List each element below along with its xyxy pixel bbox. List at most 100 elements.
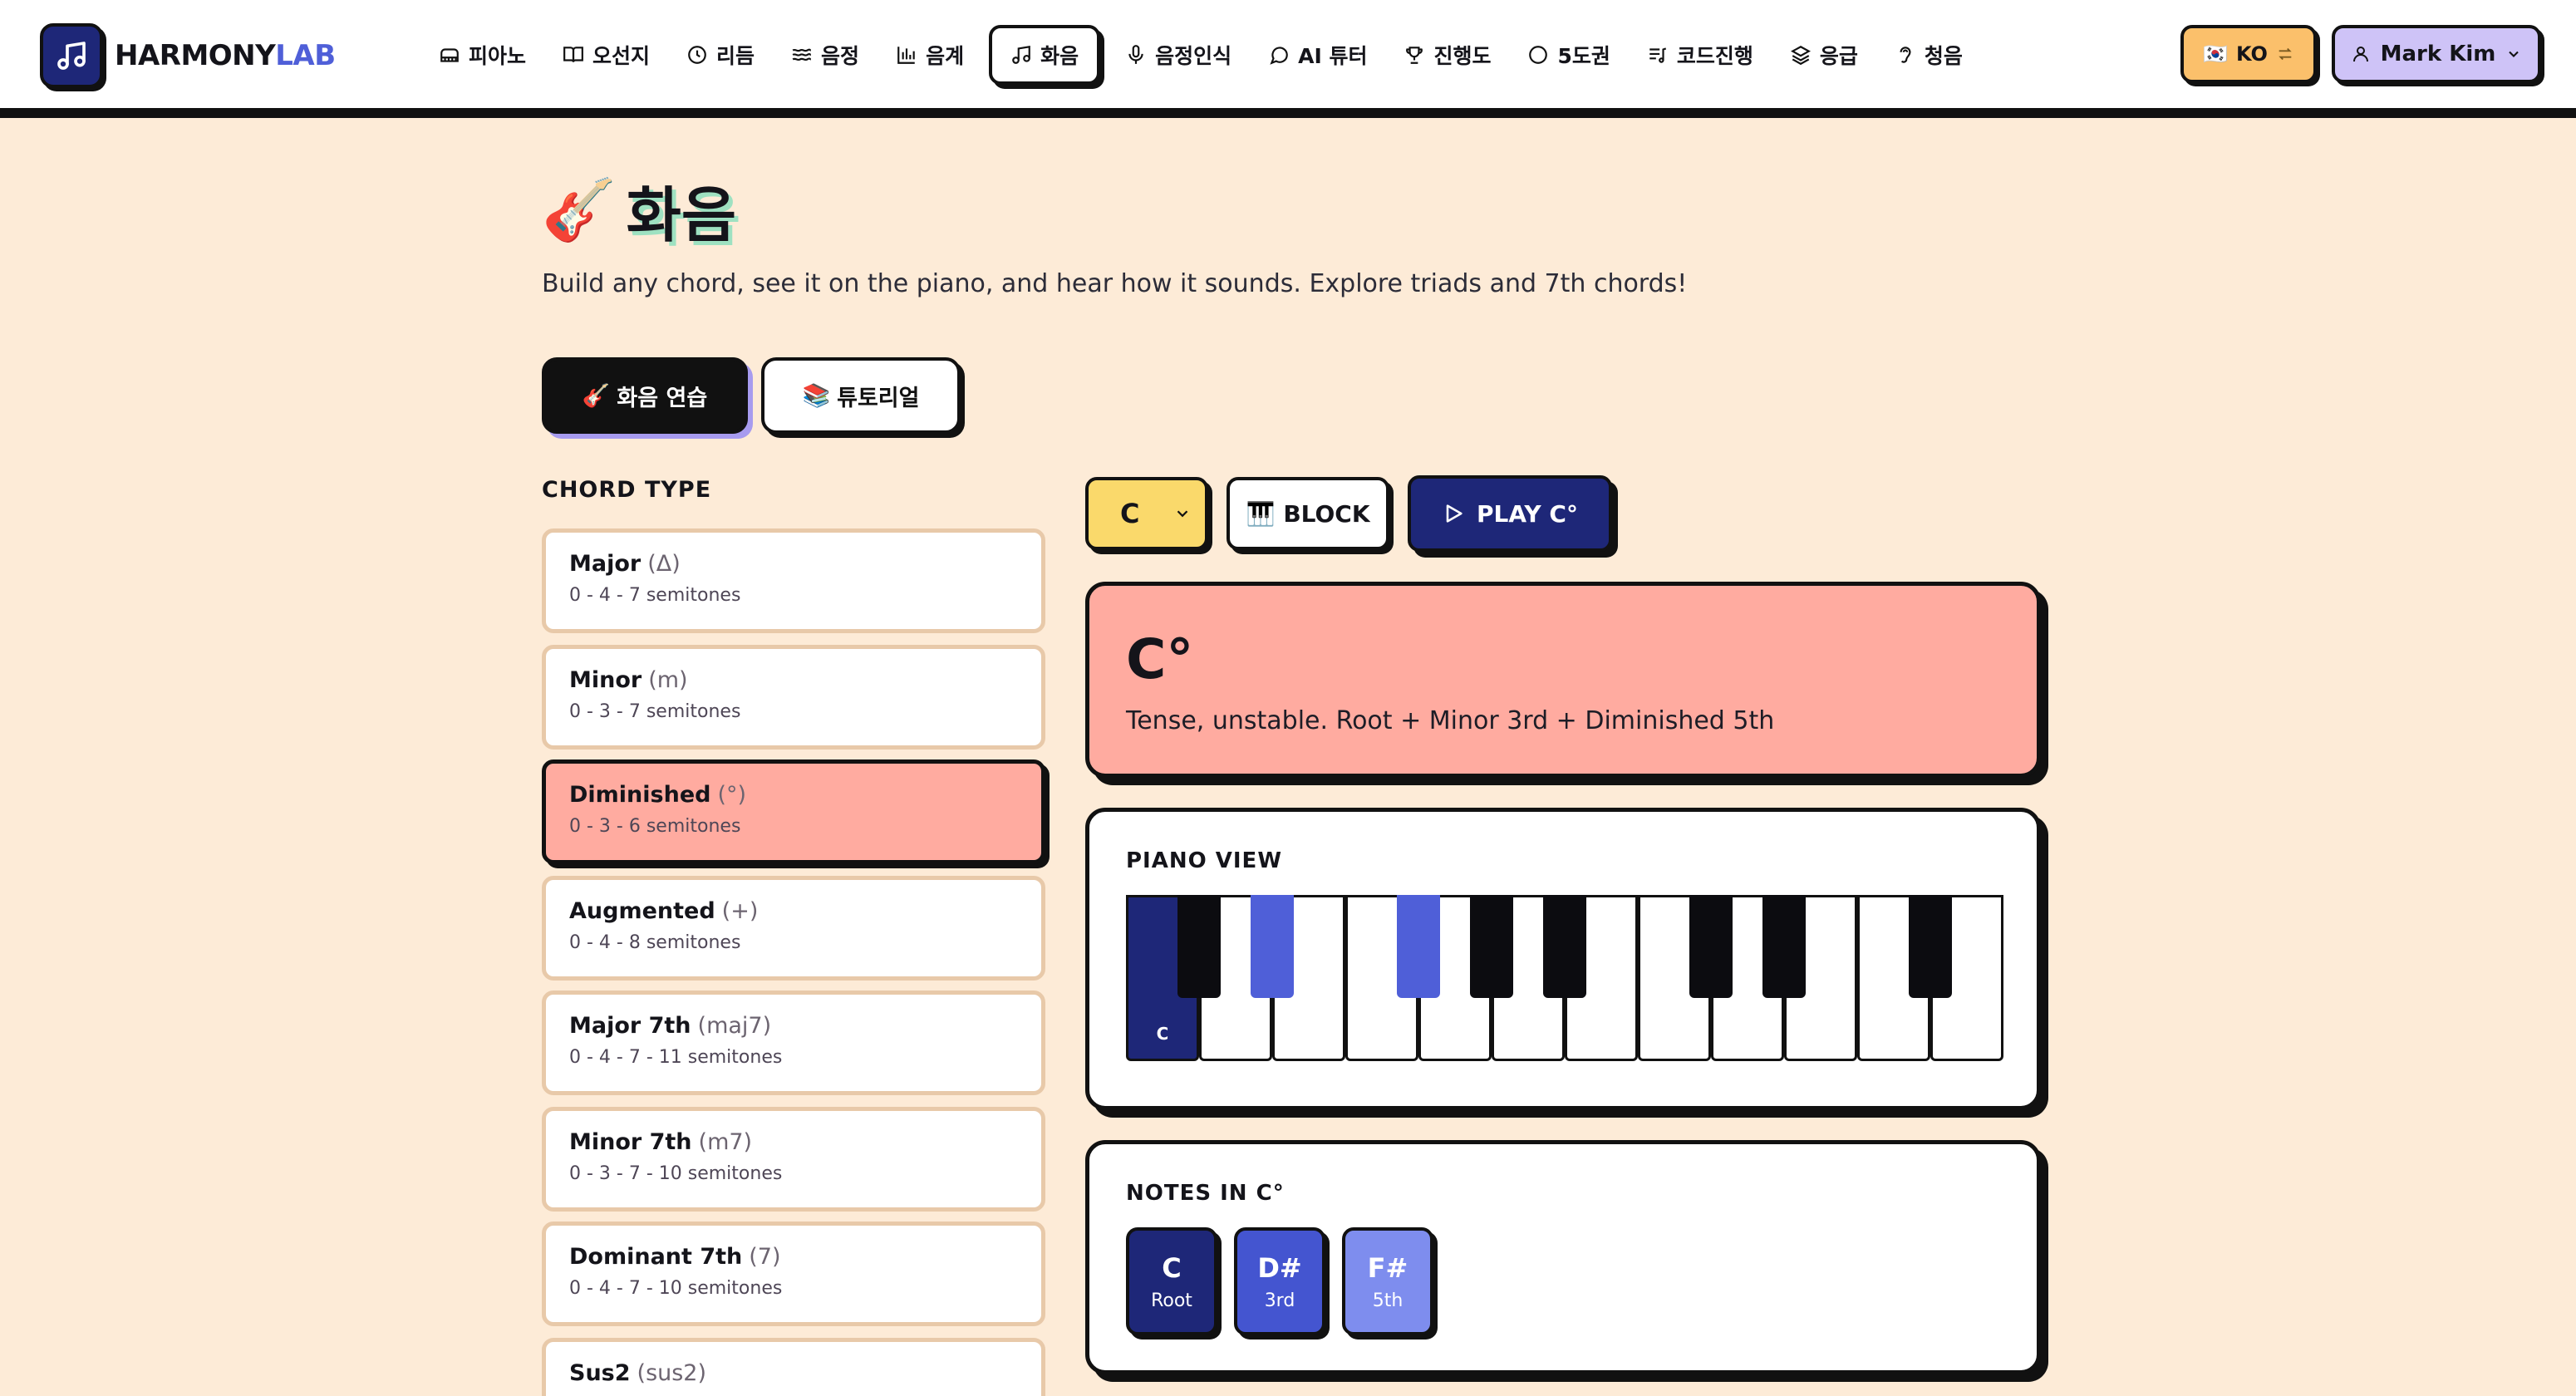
chord-symbol: (Δ) [647, 551, 681, 577]
music-note-icon [40, 23, 103, 88]
nav-item-piano[interactable]: 피아노 [420, 25, 544, 85]
black-key-c-sharp-5[interactable] [1689, 895, 1733, 998]
chord-type-sus2[interactable]: Sus2 (sus2) [542, 1338, 1045, 1396]
korea-flag-icon: 🇰🇷 [2203, 42, 2228, 66]
music-note-icon [1012, 45, 1030, 64]
chord-type-name: Major (Δ) [569, 551, 1018, 577]
chord-type-minor[interactable]: Minor (m) 0 - 3 - 7 semitones [542, 645, 1045, 750]
chat-icon [1270, 47, 1288, 65]
root-note-select[interactable]: C [1085, 477, 1208, 550]
chord-type-major[interactable]: Major (Δ) 0 - 4 - 7 semitones [542, 528, 1045, 633]
nav-item-progress[interactable]: 진행도 [1385, 25, 1509, 85]
black-key-g-sharp-3[interactable] [1470, 895, 1513, 998]
note-name: C [1162, 1251, 1182, 1284]
chord-intervals: 0 - 3 - 6 semitones [569, 816, 741, 837]
nav-label: 오선지 [592, 44, 651, 68]
chord-type-heading: CHORD TYPE [542, 477, 712, 503]
clock-icon [688, 46, 706, 64]
note-chip[interactable]: C Root [1126, 1227, 1217, 1335]
tab-label: 화음 연습 [617, 385, 708, 411]
chord-type-name: Diminished (°) [569, 782, 1018, 808]
piano-view-card: PIANO VIEW C [1085, 808, 2041, 1110]
page-title: 🎸 화음 [542, 166, 736, 253]
play-label: PLAY C° [1477, 499, 1578, 528]
app-logo[interactable]: HARMONYLAB [40, 23, 336, 88]
note-chip[interactable]: F# 5th [1342, 1227, 1433, 1335]
language-label: KO [2235, 42, 2268, 66]
key-label: C [1156, 1024, 1169, 1044]
chord-type-name: Minor 7th (m7) [569, 1129, 1018, 1155]
chord-intervals: 0 - 3 - 7 - 10 semitones [569, 1163, 783, 1184]
note-chip[interactable]: D# 3rd [1234, 1227, 1325, 1335]
chord-type-diminished[interactable]: Diminished (°) 0 - 3 - 6 semitones [542, 759, 1045, 864]
layers-icon [1790, 46, 1811, 66]
black-key-a-sharp-4[interactable] [1543, 895, 1586, 998]
black-key-d-sharp-6[interactable] [1762, 895, 1806, 998]
block-label: BLOCK [1283, 499, 1370, 528]
chevron-down-icon [1177, 510, 1188, 518]
nav-item-scale[interactable]: 음계 [878, 25, 982, 85]
tab-tutorial[interactable]: 📚 튜토리얼 [761, 357, 961, 434]
nav-item-circle-of-fifths[interactable]: 5도권 [1509, 25, 1628, 85]
nav-item-applied[interactable]: 응급 [1772, 25, 1876, 85]
chord-name-text: Dominant 7th [569, 1244, 743, 1270]
user-menu-button[interactable]: Mark Kim [2332, 25, 2541, 83]
page-title-text: 화음 [626, 180, 737, 250]
notes-heading: NOTES IN C° [1126, 1181, 1285, 1206]
chord-symbol: (7) [749, 1244, 781, 1270]
chord-intervals: 0 - 3 - 7 semitones [569, 701, 741, 722]
piano-icon [440, 48, 459, 62]
chord-type-major-7th[interactable]: Major 7th (maj7) 0 - 4 - 7 - 11 semitones [542, 990, 1045, 1095]
chord-info-card: C° Tense, unstable. Root + Minor 3rd + D… [1085, 582, 2041, 778]
list-music-icon [1649, 47, 1666, 63]
chord-symbol: (+) [721, 898, 759, 924]
chord-type-minor-7th[interactable]: Minor 7th (m7) 0 - 3 - 7 - 10 semitones [542, 1107, 1045, 1212]
chord-name-text: Augmented [569, 898, 715, 924]
nav-item-ear-training[interactable]: 청음 [1876, 25, 1981, 85]
nav-label: 피아노 [469, 44, 527, 68]
chord-type-dominant-7th[interactable]: Dominant 7th (7) 0 - 4 - 7 - 10 semitones [542, 1222, 1045, 1326]
nav-item-pitch-detection[interactable]: 음정인식 [1107, 25, 1250, 85]
guitar-icon: 🎸 [582, 383, 611, 409]
black-key-c-sharp-0[interactable] [1177, 895, 1221, 998]
black-key-f-sharp-2[interactable] [1397, 895, 1440, 998]
main-nav: 피아노 오선지 리듬 음정 음계 화음 음정인식 AI 튜터 진행도 5도권 코… [420, 23, 1981, 86]
tab-chord-practice[interactable]: 🎸 화음 연습 [542, 357, 748, 434]
chord-type-name: Sus2 (sus2) [569, 1360, 1018, 1386]
ear-icon [1900, 47, 1911, 63]
top-nav-bar: HARMONYLAB 피아노 오선지 리듬 음정 음계 화음 음정인식 AI 튜… [0, 0, 2576, 118]
chord-symbol: (°) [717, 782, 747, 808]
tab-label: 튜토리얼 [837, 385, 920, 411]
nav-item-staff[interactable]: 오선지 [544, 25, 668, 85]
black-key-f-sharp-7[interactable] [1909, 895, 1952, 998]
nav-label: 음계 [926, 44, 965, 68]
chord-intervals: 0 - 4 - 7 semitones [569, 585, 741, 606]
guitar-icon: 🎸 [542, 174, 617, 244]
nav-item-rhythm[interactable]: 리듬 [668, 25, 773, 85]
note-role: Root [1151, 1290, 1192, 1311]
nav-item-interval[interactable]: 음정 [773, 25, 878, 85]
language-switch-button[interactable]: 🇰🇷 KO [2180, 25, 2317, 83]
app-name: HARMONYLAB [115, 39, 336, 72]
chord-type-augmented[interactable]: Augmented (+) 0 - 4 - 8 semitones [542, 876, 1045, 981]
nav-item-ai-tutor[interactable]: AI 튜터 [1250, 25, 1385, 85]
chord-name-text: Diminished [569, 782, 711, 808]
nav-label: 음정 [821, 44, 860, 68]
nav-item-chord-progression[interactable]: 코드진행 [1629, 25, 1772, 85]
book-icon [563, 47, 583, 62]
black-key-d-sharp-1[interactable] [1251, 895, 1294, 998]
nav-label: 5도권 [1557, 44, 1610, 68]
chord-symbol: (m7) [698, 1129, 753, 1155]
chord-name-text: Minor [569, 667, 642, 693]
nav-label: 진행도 [1433, 44, 1492, 68]
user-name: Mark Kim [2380, 42, 2496, 66]
chord-intervals: 0 - 4 - 8 semitones [569, 932, 741, 953]
play-chord-button[interactable]: PLAY C° [1408, 475, 1612, 552]
piano-keyboard: C [1126, 895, 2003, 1061]
nav-label: 코드진행 [1676, 44, 1753, 68]
nav-item-chord[interactable]: 화음 [989, 25, 1101, 85]
nav-label: AI 튜터 [1298, 44, 1368, 68]
block-mode-button[interactable]: 🎹 BLOCK [1227, 477, 1389, 550]
chord-notes-list: C Root D# 3rd F# 5th [1126, 1227, 1433, 1335]
waves-icon [792, 48, 812, 61]
